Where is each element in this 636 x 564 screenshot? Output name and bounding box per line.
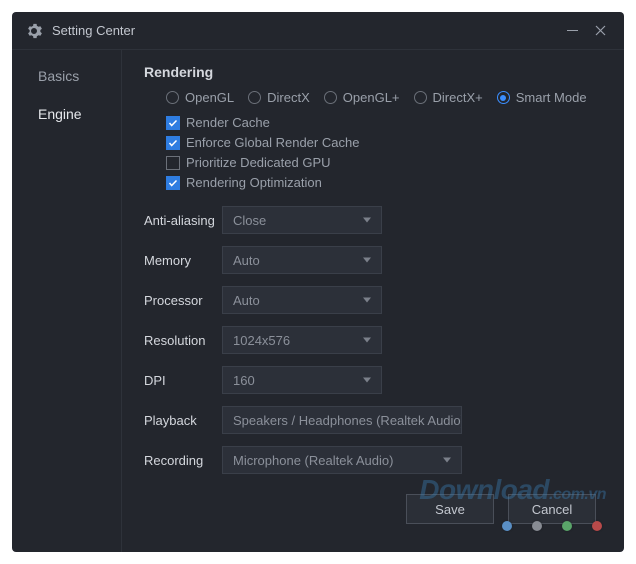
radio-smartmode[interactable]: Smart Mode xyxy=(497,90,587,105)
select-resolution[interactable]: 1024x576 xyxy=(222,326,382,354)
label-dpi: DPI xyxy=(144,373,222,388)
rendering-modes: OpenGL DirectX OpenGL+ DirectX+ Smart Mo… xyxy=(144,90,616,105)
check-render-opt[interactable]: Rendering Optimization xyxy=(166,175,616,190)
check-prioritize-gpu[interactable]: Prioritize Dedicated GPU xyxy=(166,155,616,170)
row-dpi: DPI 160 xyxy=(144,366,616,394)
select-recording[interactable]: Microphone (Realtek Audio) xyxy=(222,446,462,474)
select-value: 1024x576 xyxy=(233,333,290,348)
radio-icon xyxy=(324,91,337,104)
label-memory: Memory xyxy=(144,253,222,268)
radio-label: OpenGL+ xyxy=(343,90,400,105)
select-processor[interactable]: Auto xyxy=(222,286,382,314)
radio-icon xyxy=(248,91,261,104)
select-antialias[interactable]: Close xyxy=(222,206,382,234)
settings-window: Setting Center Basics Engine Rendering O… xyxy=(12,12,624,552)
radio-icon xyxy=(166,91,179,104)
row-antialias: Anti-aliasing Close xyxy=(144,206,616,234)
check-label: Prioritize Dedicated GPU xyxy=(186,155,331,170)
window-body: Basics Engine Rendering OpenGL DirectX O… xyxy=(12,50,624,552)
sidebar: Basics Engine xyxy=(12,50,122,552)
select-memory[interactable]: Auto xyxy=(222,246,382,274)
row-resolution: Resolution 1024x576 xyxy=(144,326,616,354)
select-dpi[interactable]: 160 xyxy=(222,366,382,394)
label-resolution: Resolution xyxy=(144,333,222,348)
rendering-options: Render Cache Enforce Global Render Cache… xyxy=(144,115,616,190)
radio-icon xyxy=(414,91,427,104)
radio-directx[interactable]: DirectX xyxy=(248,90,310,105)
radio-label: DirectX+ xyxy=(433,90,483,105)
label-recording: Recording xyxy=(144,453,222,468)
gear-icon xyxy=(26,23,42,39)
select-value: Microphone (Realtek Audio) xyxy=(233,453,393,468)
select-value: Auto xyxy=(233,253,260,268)
label-processor: Processor xyxy=(144,293,222,308)
cancel-button[interactable]: Cancel xyxy=(508,494,596,524)
content-panel: Rendering OpenGL DirectX OpenGL+ DirectX… xyxy=(122,50,624,552)
minimize-button[interactable] xyxy=(558,17,586,45)
label-playback: Playback xyxy=(144,413,222,428)
row-playback: Playback Speakers / Headphones (Realtek … xyxy=(144,406,616,434)
checkbox-icon xyxy=(166,116,180,130)
radio-label: OpenGL xyxy=(185,90,234,105)
tab-basics[interactable]: Basics xyxy=(12,62,121,90)
select-value: Auto xyxy=(233,293,260,308)
row-memory: Memory Auto xyxy=(144,246,616,274)
chevron-down-icon xyxy=(443,458,451,463)
radio-directxplus[interactable]: DirectX+ xyxy=(414,90,483,105)
save-button[interactable]: Save xyxy=(406,494,494,524)
select-value: Close xyxy=(233,213,266,228)
check-label: Rendering Optimization xyxy=(186,175,322,190)
titlebar: Setting Center xyxy=(12,12,624,50)
radio-label: Smart Mode xyxy=(516,90,587,105)
checkbox-icon xyxy=(166,156,180,170)
select-value: 160 xyxy=(233,373,255,388)
check-render-cache[interactable]: Render Cache xyxy=(166,115,616,130)
check-label: Enforce Global Render Cache xyxy=(186,135,359,150)
chevron-down-icon xyxy=(363,338,371,343)
input-value: Speakers / Headphones (Realtek Audio) xyxy=(233,413,462,428)
rendering-title: Rendering xyxy=(144,64,616,80)
checkbox-icon xyxy=(166,176,180,190)
check-enforce-global[interactable]: Enforce Global Render Cache xyxy=(166,135,616,150)
footer: Save Cancel xyxy=(144,494,616,540)
window-title: Setting Center xyxy=(52,23,558,38)
chevron-down-icon xyxy=(363,378,371,383)
input-playback[interactable]: Speakers / Headphones (Realtek Audio) xyxy=(222,406,462,434)
check-label: Render Cache xyxy=(186,115,270,130)
radio-opengl[interactable]: OpenGL xyxy=(166,90,234,105)
chevron-down-icon xyxy=(363,258,371,263)
chevron-down-icon xyxy=(363,298,371,303)
label-antialias: Anti-aliasing xyxy=(144,213,222,228)
radio-label: DirectX xyxy=(267,90,310,105)
checkbox-icon xyxy=(166,136,180,150)
close-button[interactable] xyxy=(586,17,614,45)
row-processor: Processor Auto xyxy=(144,286,616,314)
chevron-down-icon xyxy=(363,218,371,223)
radio-icon xyxy=(497,91,510,104)
row-recording: Recording Microphone (Realtek Audio) xyxy=(144,446,616,474)
tab-engine[interactable]: Engine xyxy=(12,100,121,128)
radio-openglplus[interactable]: OpenGL+ xyxy=(324,90,400,105)
